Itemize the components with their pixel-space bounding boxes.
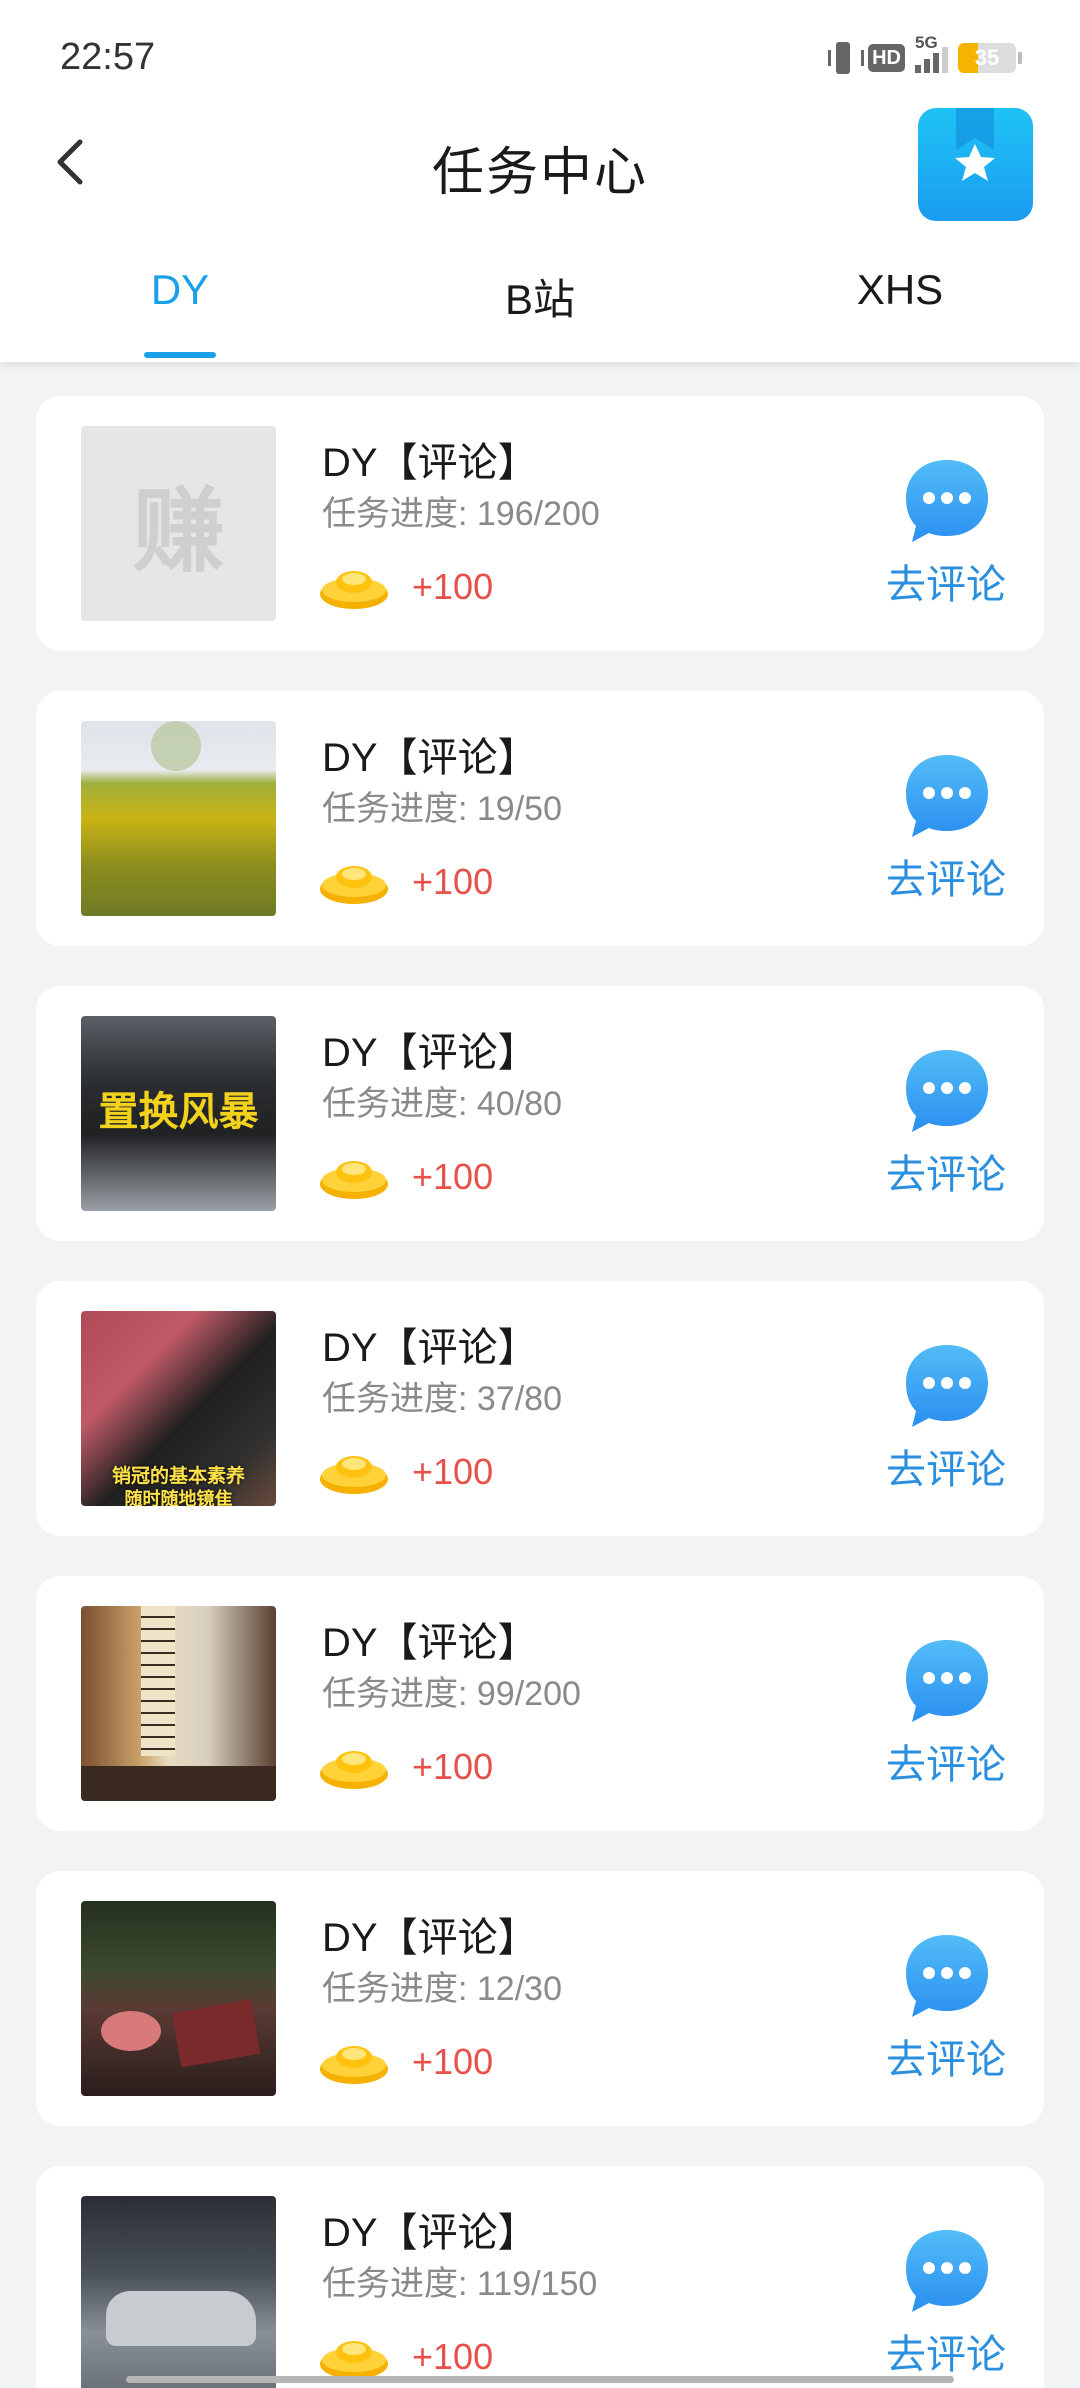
- go-comment-label: 去评论: [886, 1743, 1006, 1787]
- go-comment-label: 去评论: [886, 563, 1006, 607]
- task-card: 赚 DY【评论】 任务进度: 196/200 +100 去评论: [36, 396, 1044, 651]
- task-title: DY【评论】: [322, 736, 538, 780]
- go-comment-label: 去评论: [886, 1153, 1006, 1197]
- go-comment-label: 去评论: [886, 2038, 1006, 2082]
- go-comment-button[interactable]: 去评论: [876, 1931, 1016, 2091]
- signal-icon: 5G: [915, 33, 948, 73]
- go-comment-label: 去评论: [886, 2333, 1006, 2377]
- tab-indicator: [144, 352, 216, 358]
- task-title: DY【评论】: [322, 1916, 538, 1960]
- task-card: DY【评论】 任务进度: 99/200 +100 去评论: [36, 1576, 1044, 1831]
- nav-bar: 任务中心: [0, 108, 1080, 221]
- battery-level: 35: [974, 45, 1000, 70]
- gold-ingot-icon: [320, 1751, 388, 1789]
- gold-ingot-icon: [320, 866, 388, 904]
- task-card: DY【评论】 任务进度: 19/50 +100 去评论: [36, 691, 1044, 946]
- reward-amount: +100: [412, 566, 494, 607]
- thumbnail-caption: 置换风暴: [81, 1086, 276, 1138]
- thumbnail-caption-2: 随时随地镜隹: [124, 1489, 233, 1506]
- favorite-button[interactable]: [918, 108, 1033, 221]
- task-title: DY【评论】: [322, 1031, 538, 1075]
- task-card: 销冠的基本素养 随时随地镜隹 DY【评论】 任务进度: 37/80 +100 去…: [36, 1281, 1044, 1536]
- reward-amount: +100: [412, 1156, 494, 1197]
- task-thumbnail: 销冠的基本素养 随时随地镜隹: [81, 1311, 276, 1506]
- gold-ingot-icon: [320, 571, 388, 609]
- home-indicator[interactable]: [126, 2376, 954, 2383]
- go-comment-button[interactable]: 去评论: [876, 1636, 1016, 1796]
- star-bookmark-icon: [955, 108, 995, 181]
- status-time: 22:57: [60, 36, 156, 78]
- task-title: DY【评论】: [322, 1326, 538, 1370]
- tab-xhs[interactable]: XHS: [720, 266, 1080, 314]
- go-comment-button[interactable]: 去评论: [876, 1046, 1016, 1206]
- task-thumbnail: 赚: [81, 426, 276, 621]
- chat-bubble-icon: [906, 755, 988, 837]
- reward-amount: +100: [412, 1746, 494, 1787]
- header: 22:57 HD 5G 35 任务中心 DY B站 XHS: [0, 0, 1080, 362]
- task-card: DY【评论】 任务进度: 119/150 +100 去评论: [36, 2166, 1044, 2388]
- task-progress: 任务进度: 40/80: [322, 1085, 562, 1123]
- go-comment-button[interactable]: 去评论: [876, 456, 1016, 616]
- network-type: 5G: [915, 33, 938, 52]
- go-comment-button[interactable]: 去评论: [876, 751, 1016, 911]
- chat-bubble-icon: [906, 1050, 988, 1132]
- go-comment-button[interactable]: 去评论: [876, 1341, 1016, 1501]
- hd-badge: HD: [868, 44, 905, 72]
- status-bar: 22:57 HD 5G 35: [0, 0, 1080, 118]
- task-thumbnail: [81, 2196, 276, 2388]
- task-progress: 任务进度: 99/200: [322, 1675, 581, 1713]
- task-thumbnail: [81, 721, 276, 916]
- chat-bubble-icon: [906, 1345, 988, 1427]
- status-icons: HD 5G 35: [828, 33, 1022, 76]
- task-card: DY【评论】 任务进度: 12/30 +100 去评论: [36, 1871, 1044, 2126]
- task-title: DY【评论】: [322, 2211, 538, 2255]
- platform-tabs: DY B站 XHS: [0, 260, 1080, 362]
- task-progress: 任务进度: 19/50: [322, 790, 562, 828]
- thumbnail-caption: 销冠的基本素养: [111, 1465, 245, 1487]
- reward-amount: +100: [412, 861, 494, 902]
- task-progress: 任务进度: 12/30: [322, 1970, 562, 2008]
- placeholder-glyph: 赚: [132, 478, 225, 585]
- task-thumbnail: [81, 1901, 276, 2096]
- chat-bubble-icon: [906, 2230, 988, 2312]
- task-progress: 任务进度: 196/200: [322, 495, 600, 533]
- gold-ingot-icon: [320, 2046, 388, 2084]
- go-comment-button[interactable]: 去评论: [876, 2226, 1016, 2386]
- chat-bubble-icon: [906, 460, 988, 542]
- task-thumbnail: 置换风暴: [81, 1016, 276, 1211]
- gold-ingot-icon: [320, 2341, 388, 2379]
- go-comment-label: 去评论: [886, 858, 1006, 902]
- chat-bubble-icon: [906, 1640, 988, 1722]
- reward-amount: +100: [412, 2336, 494, 2377]
- task-title: DY【评论】: [322, 441, 538, 485]
- gold-ingot-icon: [320, 1161, 388, 1199]
- vibrate-icon: [828, 42, 865, 74]
- reward-amount: +100: [412, 1451, 494, 1492]
- battery-icon: 35: [958, 43, 1016, 73]
- task-progress: 任务进度: 37/80: [322, 1380, 562, 1418]
- task-card: 置换风暴 DY【评论】 任务进度: 40/80 +100 去评论: [36, 986, 1044, 1241]
- tab-bilibili[interactable]: B站: [360, 266, 720, 327]
- task-progress: 任务进度: 119/150: [322, 2265, 598, 2303]
- task-thumbnail: [81, 1606, 276, 1801]
- gold-ingot-icon: [320, 1456, 388, 1494]
- go-comment-label: 去评论: [886, 1448, 1006, 1492]
- tab-dy[interactable]: DY: [0, 266, 360, 314]
- chat-bubble-icon: [906, 1935, 988, 2017]
- reward-amount: +100: [412, 2041, 494, 2082]
- task-title: DY【评论】: [322, 1621, 538, 1665]
